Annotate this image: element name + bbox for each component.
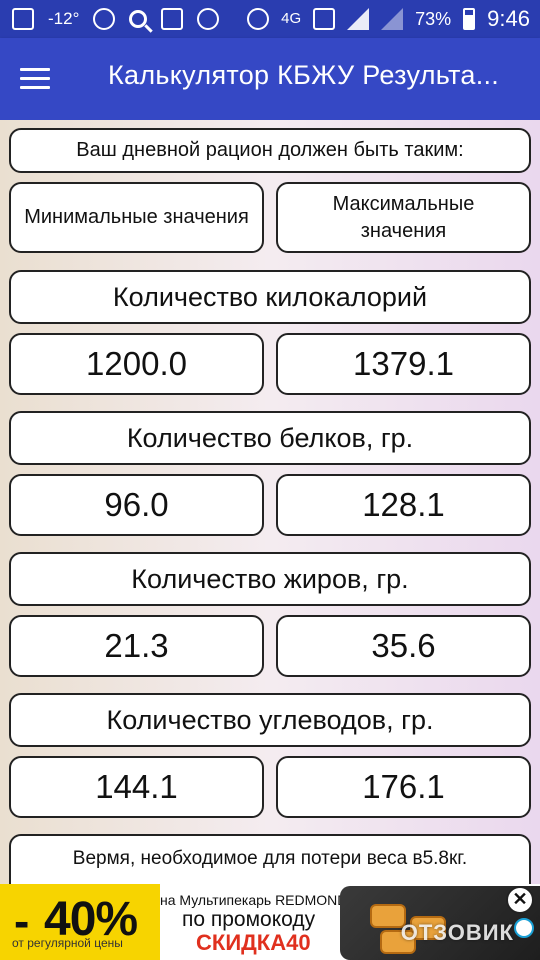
fat-min-value: 21.3 [9,615,264,677]
message-icon [12,8,34,30]
clock: 9:46 [487,6,530,31]
kcal-section-title: Количество килокалорий [9,270,531,324]
signal-secondary-icon [381,8,404,30]
app-bar: Калькулятор КБЖУ Результа... [0,38,540,120]
ad-discount-sub: от регулярной цены [12,936,123,950]
gallery-icon [161,8,184,30]
protein-min-value: 96.0 [9,474,264,536]
call-icon [313,8,336,30]
ad-promo-code: СКИДКА40 [196,930,311,955]
ad-promo-text: по промокоду [182,908,316,931]
menu-icon[interactable] [20,66,50,90]
protein-max-value: 128.1 [276,474,531,536]
protein-section-title: Количество белков, гр. [9,411,531,465]
signal-icon [347,8,370,30]
ad-discount-block: - 40% от регулярной цены [0,884,160,960]
kcal-max-value: 1379.1 [276,333,531,395]
menu-icon-line [20,86,50,89]
min-values-label: Минимальные значения [9,182,264,253]
temperature-text: -12° [48,9,80,28]
fat-max-value: 35.6 [276,615,531,677]
diet-header: Ваш дневной рацион должен быть таким: [9,128,531,173]
ad-info-icon[interactable] [514,918,534,938]
watermark: ОТЗОВИК [400,920,514,945]
whatsapp-icon [93,8,116,30]
menu-icon-line [20,77,50,80]
page-title: Калькулятор КБЖУ Результа... [108,60,500,90]
menu-icon-line [20,68,50,71]
carbs-section-title: Количество углеводов, гр. [9,693,531,747]
network-type: 4G [281,10,302,27]
search-icon [129,10,148,28]
alarm-icon [247,8,270,30]
status-bar: -12° 4G 73% 9:46 [0,0,540,38]
battery-percent: 73% [415,8,452,29]
carbs-min-value: 144.1 [9,756,264,818]
ad-close-button[interactable]: ✕ [506,886,534,914]
kcal-min-value: 1200.0 [9,333,264,395]
viber-icon [197,8,220,30]
battery-icon [463,8,476,30]
fat-section-title: Количество жиров, гр. [9,552,531,606]
carbs-max-value: 176.1 [276,756,531,818]
ad-banner[interactable]: - 40% от регулярной цены на Мультипекарь… [0,884,540,960]
status-right: 4G 73% 9:46 [247,0,530,38]
status-left: -12° [12,0,220,38]
results-content[interactable]: Ваш дневной рацион должен быть таким: Ми… [0,120,540,884]
weight-loss-note: Вермя, необходимое для потери веса в5.8к… [9,834,531,884]
ad-product-text: на Мультипекарь REDMOND [160,892,348,908]
max-values-label: Максимальные значения [276,182,531,253]
